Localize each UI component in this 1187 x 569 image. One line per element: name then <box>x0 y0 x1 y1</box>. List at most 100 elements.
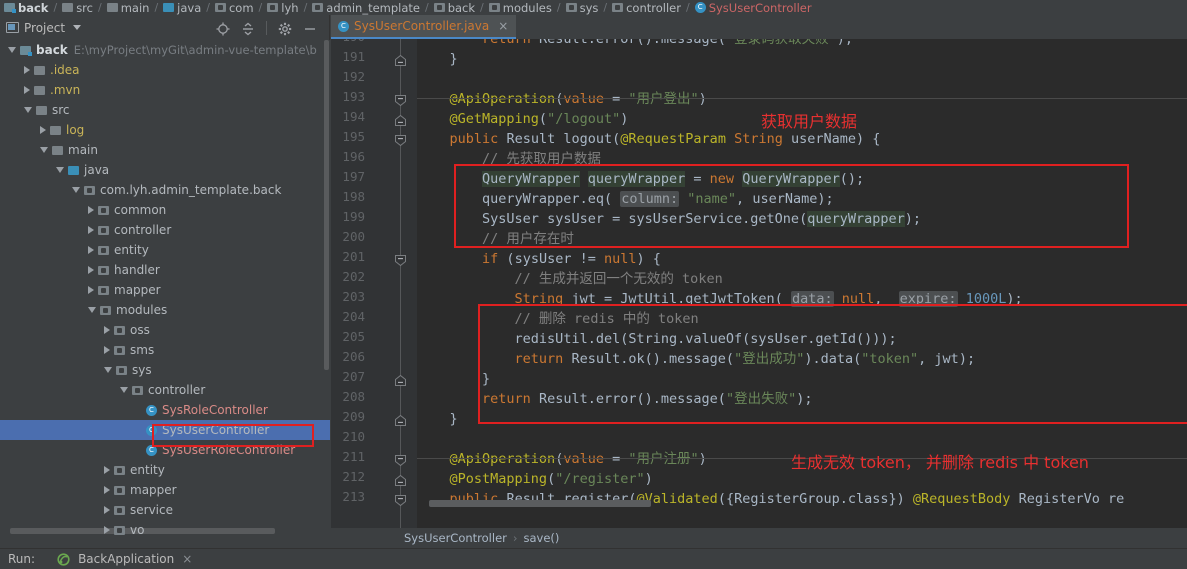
chevron-right-icon[interactable] <box>24 86 30 94</box>
tree-node-entity[interactable]: entity <box>0 240 330 260</box>
tree-node-sysrolecontroller[interactable]: C SysRoleController <box>0 400 330 420</box>
chevron-right-icon[interactable] <box>104 346 110 354</box>
code-fold-end-icon[interactable] <box>394 52 407 66</box>
navbar-crumb-label: admin_template <box>326 0 420 15</box>
package-icon <box>100 305 111 315</box>
locate-icon[interactable] <box>216 21 230 35</box>
navbar-crumb-label: modules <box>502 0 552 15</box>
navbar-crumb-main[interactable]: main <box>106 1 149 15</box>
tree-node-sms[interactable]: sms <box>0 340 330 360</box>
editor-tab-sysusercontroller[interactable]: C SysUserController.java × <box>331 15 517 39</box>
chevron-down-icon[interactable] <box>104 367 112 373</box>
project-panel-title-group[interactable]: Project <box>6 21 82 35</box>
run-configuration-name[interactable]: BackApplication <box>78 552 174 566</box>
folder-icon <box>52 145 63 155</box>
tree-node-label: log <box>66 123 85 137</box>
code-fold-start-icon[interactable] <box>394 452 407 467</box>
tree-node--idea[interactable]: .idea <box>0 60 330 80</box>
code-fold-end-icon[interactable] <box>394 112 407 126</box>
tree-node-entity[interactable]: entity <box>0 460 330 480</box>
close-icon[interactable]: × <box>182 552 192 566</box>
chevron-down-icon[interactable] <box>24 107 32 113</box>
breadcrumb-method[interactable]: save() <box>524 531 560 545</box>
tree-node-service[interactable]: service <box>0 500 330 520</box>
navbar-crumb-admin-template[interactable]: admin_template <box>312 1 420 15</box>
navbar-crumb-sysusercontroller[interactable]: C SysUserController <box>694 1 812 15</box>
tree-node-java[interactable]: java <box>0 160 330 180</box>
navbar-crumb-label: sys <box>579 0 599 15</box>
navbar-crumb-java[interactable]: java <box>163 1 201 15</box>
code-fold-start-icon[interactable] <box>394 492 407 507</box>
code-fold-end-icon[interactable] <box>394 472 407 486</box>
chevron-right-icon[interactable] <box>104 526 110 534</box>
chevron-right-icon[interactable] <box>88 246 94 254</box>
chevron-right-icon[interactable] <box>104 326 110 334</box>
navbar-crumb-com[interactable]: com <box>214 0 254 15</box>
chevron-down-icon[interactable] <box>8 47 16 53</box>
chevron-down-icon[interactable] <box>72 187 80 193</box>
tree-node-vo[interactable]: vo <box>0 520 330 540</box>
tree-node-controller[interactable]: controller <box>0 220 330 240</box>
navbar-crumb-label: com <box>228 0 254 15</box>
tree-node-handler[interactable]: handler <box>0 260 330 280</box>
tree-node-common[interactable]: common <box>0 200 330 220</box>
editor-gutter[interactable]: 190 191 192 193 194 195 196 197 198 199 200 201 202 2… <box>331 39 417 528</box>
collapse-all-icon[interactable] <box>241 21 255 35</box>
navbar-crumb-sys[interactable]: sys <box>565 0 599 15</box>
code-line: QueryWrapper queryWrapper = new QueryWra… <box>482 171 865 187</box>
code-fold-start-icon[interactable] <box>394 252 407 267</box>
code-pane[interactable]: 190 191 192 193 194 195 196 197 198 199 200 201 202 2… <box>331 39 1187 528</box>
code-fold-end-icon[interactable] <box>394 372 407 386</box>
code-fold-end-icon[interactable] <box>394 412 407 426</box>
navbar-crumb-modules[interactable]: modules <box>488 0 552 15</box>
code-fold-start-icon[interactable] <box>394 132 407 147</box>
line-number: 209 <box>342 409 365 424</box>
tree-node-back[interactable]: back E:\myProject\myGit\admin-vue-templat… <box>0 40 330 60</box>
navbar-crumb-back[interactable]: back <box>433 1 475 15</box>
chevron-right-icon[interactable] <box>88 286 94 294</box>
editor-horizontal-scrollbar[interactable] <box>429 500 651 507</box>
chevron-right-icon[interactable] <box>104 466 110 474</box>
tree-node-oss[interactable]: oss <box>0 320 330 340</box>
tree-node--mvn[interactable]: .mvn <box>0 80 330 100</box>
code-fold-start-icon[interactable] <box>394 92 407 107</box>
tree-node-com-lyh-admin-template-back[interactable]: com.lyh.admin_template.back <box>0 180 330 200</box>
navbar-crumb-controller[interactable]: controller <box>612 1 681 15</box>
tree-node-controller[interactable]: controller <box>0 380 330 400</box>
chevron-right-icon[interactable] <box>88 226 94 234</box>
navbar-crumb-back[interactable]: back <box>4 1 48 15</box>
spring-boot-icon <box>57 552 70 566</box>
chevron-right-icon[interactable] <box>104 506 110 514</box>
tree-node-sysusercontroller[interactable]: C SysUserController <box>0 420 330 440</box>
minimize-icon[interactable] <box>303 21 317 35</box>
breadcrumb-class[interactable]: SysUserController <box>404 531 507 545</box>
tree-node-main[interactable]: main <box>0 140 330 160</box>
chevron-down-icon[interactable] <box>40 147 48 153</box>
tree-node-sysuserrolecontroller[interactable]: C SysUserRoleController <box>0 440 330 460</box>
navbar-crumb-src[interactable]: src <box>62 1 93 15</box>
tree-node-modules[interactable]: modules <box>0 300 330 320</box>
chevron-down-icon[interactable] <box>56 167 64 173</box>
chevron-right-icon[interactable] <box>40 126 46 134</box>
chevron-down-icon[interactable] <box>73 25 82 30</box>
chevron-right-icon[interactable] <box>104 486 110 494</box>
package-icon <box>98 205 109 215</box>
class-icon: C <box>146 404 157 416</box>
tree-node-src[interactable]: src <box>0 100 330 120</box>
package-icon <box>84 185 95 195</box>
tree-node-mapper[interactable]: mapper <box>0 480 330 500</box>
navbar-crumb-lyh[interactable]: lyh <box>267 1 299 15</box>
settings-gear-icon[interactable] <box>278 21 292 35</box>
chevron-right-icon[interactable] <box>88 266 94 274</box>
chevron-down-icon[interactable] <box>88 307 96 313</box>
close-icon[interactable]: × <box>498 19 508 33</box>
tree-node-log[interactable]: log <box>0 120 330 140</box>
tree-node-mapper[interactable]: mapper <box>0 280 330 300</box>
chevron-right-icon[interactable] <box>88 206 94 214</box>
tree-node-sys[interactable]: sys <box>0 360 330 380</box>
chevron-down-icon[interactable] <box>120 387 128 393</box>
project-tree[interactable]: back E:\myProject\myGit\admin-vue-templat… <box>0 40 330 548</box>
code-line: return Result.ok().message("登出成功").data(… <box>514 351 976 367</box>
line-number: 204 <box>342 309 365 324</box>
chevron-right-icon[interactable] <box>24 66 30 74</box>
